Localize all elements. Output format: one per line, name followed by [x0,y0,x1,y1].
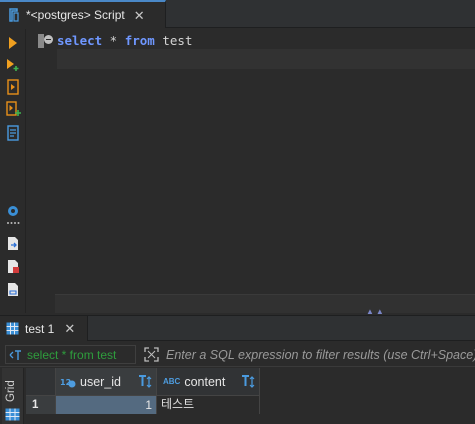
sql-line-1: select * from test [57,31,192,51]
explain-plan-icon[interactable] [5,125,21,141]
tab-results-test-1[interactable]: test 1 ✕ [0,316,88,341]
execute-new-tab-icon[interactable] [5,57,21,73]
fold-collapse-icon[interactable] [44,35,53,44]
settings-gear-icon[interactable] [5,203,21,219]
expand-filter-icon[interactable] [143,346,160,363]
editor-toolstrip [0,29,26,313]
filter-expression-input[interactable] [164,345,475,364]
sql-editor[interactable]: select * from test [57,29,475,294]
numeric-type-icon: 12 [60,378,76,387]
sql-star: * [102,33,125,48]
dbeaver-window: *<postgres> Script ✕ select * from test … [0,0,475,424]
execute-statement-icon[interactable] [5,35,21,51]
line-marker [38,34,44,48]
execute-script-icon[interactable] [5,79,21,95]
grid-view-icon[interactable] [5,408,20,421]
line-gutter [26,29,57,313]
results-grid[interactable]: 12 user_id ABC content 1 1 테스트 [26,368,475,424]
sql-line-2-current [57,49,475,69]
grid-corner-header[interactable] [26,368,56,396]
results-tab-label: test 1 [25,321,55,336]
table-grid-icon [6,322,19,335]
source-query-box[interactable]: select * from test [5,345,136,364]
text-type-icon: ABC [163,377,181,386]
sql-table-name: test [154,33,193,48]
column-label: content [184,374,226,389]
column-header-user-id[interactable]: 12 user_id [56,368,157,396]
table-cell-user-id[interactable]: 1 [56,396,157,414]
sort-filter-icon[interactable] [241,374,255,390]
import-data-icon[interactable] [5,258,21,274]
sql-keyword-select: select [57,33,103,48]
column-header-content[interactable]: ABC content [157,368,260,396]
close-icon[interactable]: ✕ [134,9,145,22]
column-label: user_id [80,374,121,389]
sql-script-icon [9,8,19,22]
results-tab-bar: test 1 ✕ [0,315,475,341]
tab-postgres-script[interactable]: *<postgres> Script ✕ [0,0,166,28]
sort-filter-icon[interactable] [138,374,152,390]
load-script-icon[interactable] [5,281,21,297]
sql-keyword-from: from [124,33,155,48]
close-icon[interactable]: ✕ [64,321,75,337]
tab-label: *<postgres> Script [26,8,125,22]
editor-horizontal-scrollbar[interactable] [55,294,475,313]
table-cell-content[interactable]: 테스트 [157,396,260,414]
export-data-icon[interactable] [5,235,21,251]
grid-side-label: Grid [5,380,17,402]
query-source-icon [9,349,21,360]
more-dots-icon[interactable] [5,220,21,226]
editor-tab-bar: *<postgres> Script ✕ [0,0,475,28]
grid-view-switcher[interactable]: Grid [2,368,24,424]
source-query-text: select * from test [27,347,117,362]
results-filter-bar: select * from test [0,342,475,367]
row-number[interactable]: 1 [26,396,56,414]
execute-script-new-tab-icon[interactable] [5,101,21,117]
